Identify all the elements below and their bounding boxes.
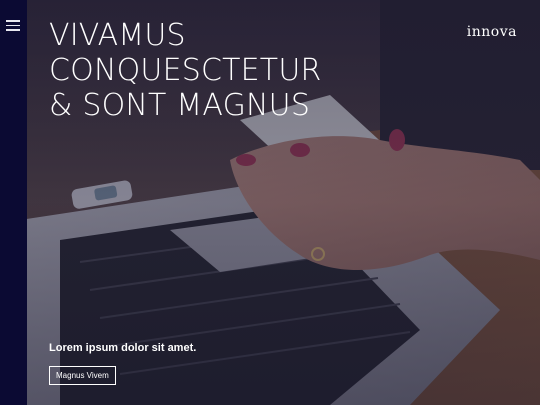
- headline-line-2: CONQUESCTETUR: [49, 53, 322, 88]
- brand-logo[interactable]: innova: [467, 24, 517, 40]
- sidebar: [0, 0, 27, 405]
- hero-headline: VIVAMUS CONQUESCTETUR & SONT MAGNUS: [49, 18, 322, 123]
- headline-line-3: & SONT MAGNUS: [49, 88, 311, 123]
- hamburger-icon[interactable]: [6, 20, 20, 31]
- hero-subtitle: Lorem ipsum dolor sit amet.: [49, 342, 197, 354]
- cta-button[interactable]: Magnus Vivem: [49, 366, 116, 385]
- headline-line-1: VIVAMUS: [49, 18, 186, 53]
